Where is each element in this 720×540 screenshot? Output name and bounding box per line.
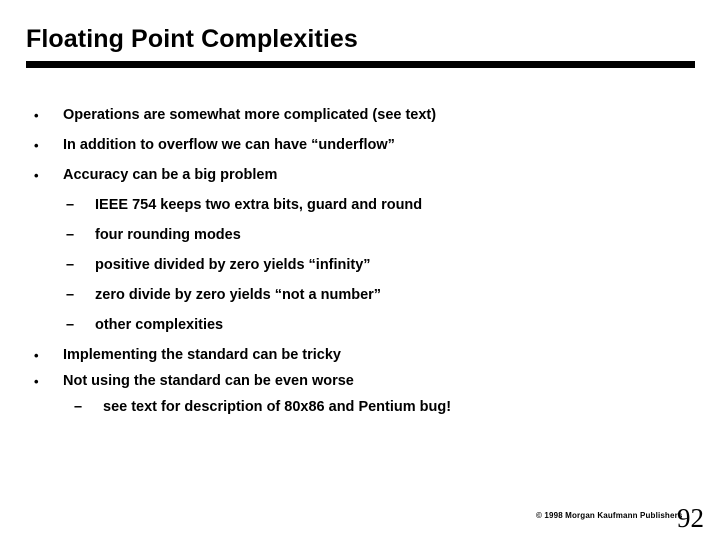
title-divider <box>26 61 695 68</box>
sub-list-item: – zero divide by zero yields “not a numb… <box>0 286 720 316</box>
sub-list-item: – IEEE 754 keeps two extra bits, guard a… <box>0 196 720 226</box>
copyright-notice: © 1998 Morgan Kaufmann Publishers <box>536 511 683 520</box>
list-item: • In addition to overflow we can have “u… <box>0 136 720 166</box>
bullet-list: • Operations are somewhat more complicat… <box>0 106 720 424</box>
sub-list-item-label: positive divided by zero yields “infinit… <box>95 257 371 273</box>
sub-list-item-label: see text for description of 80x86 and Pe… <box>103 399 452 415</box>
list-item-label: Operations are somewhat more complicated… <box>63 107 437 123</box>
sub-list-item-label: zero divide by zero yields “not a number… <box>95 287 382 303</box>
list-item-label: Not using the standard can be even worse <box>63 373 354 389</box>
bullet-dot-icon: • <box>34 138 39 153</box>
bullet-dash-icon: – <box>66 197 75 213</box>
sub-list-item: – positive divided by zero yields “infin… <box>0 256 720 286</box>
bullet-dot-icon: • <box>34 348 39 363</box>
sub-list-item-label: four rounding modes <box>95 227 241 243</box>
bullet-dash-icon: – <box>74 399 83 415</box>
list-item: • Not using the standard can be even wor… <box>0 372 720 398</box>
sub-list-item: – four rounding modes <box>0 226 720 256</box>
sub-list-item: – see text for description of 80x86 and … <box>0 398 720 424</box>
bullet-dot-icon: • <box>34 374 39 389</box>
list-item: • Implementing the standard can be trick… <box>0 346 720 372</box>
list-item-label: Implementing the standard can be tricky <box>63 347 341 363</box>
list-item-label: Accuracy can be a big problem <box>63 167 278 183</box>
sub-list-item-label: other complexities <box>95 317 224 333</box>
list-item: • Operations are somewhat more complicat… <box>0 106 720 136</box>
page-title: Floating Point Complexities <box>26 25 358 53</box>
bullet-dash-icon: – <box>66 317 75 333</box>
sub-list-item: – other complexities <box>0 316 720 346</box>
bullet-dash-icon: – <box>66 287 75 303</box>
bullet-dot-icon: • <box>34 108 39 123</box>
bullet-dash-icon: – <box>66 227 75 243</box>
list-item-label: In addition to overflow we can have “und… <box>63 137 395 153</box>
list-item: • Accuracy can be a big problem <box>0 166 720 196</box>
bullet-dot-icon: • <box>34 168 39 183</box>
sub-list-item-label: IEEE 754 keeps two extra bits, guard and… <box>95 197 423 213</box>
slide: Floating Point Complexities • Operations… <box>0 0 720 540</box>
bullet-dash-icon: – <box>66 257 75 273</box>
page-number: 92 <box>677 503 704 533</box>
